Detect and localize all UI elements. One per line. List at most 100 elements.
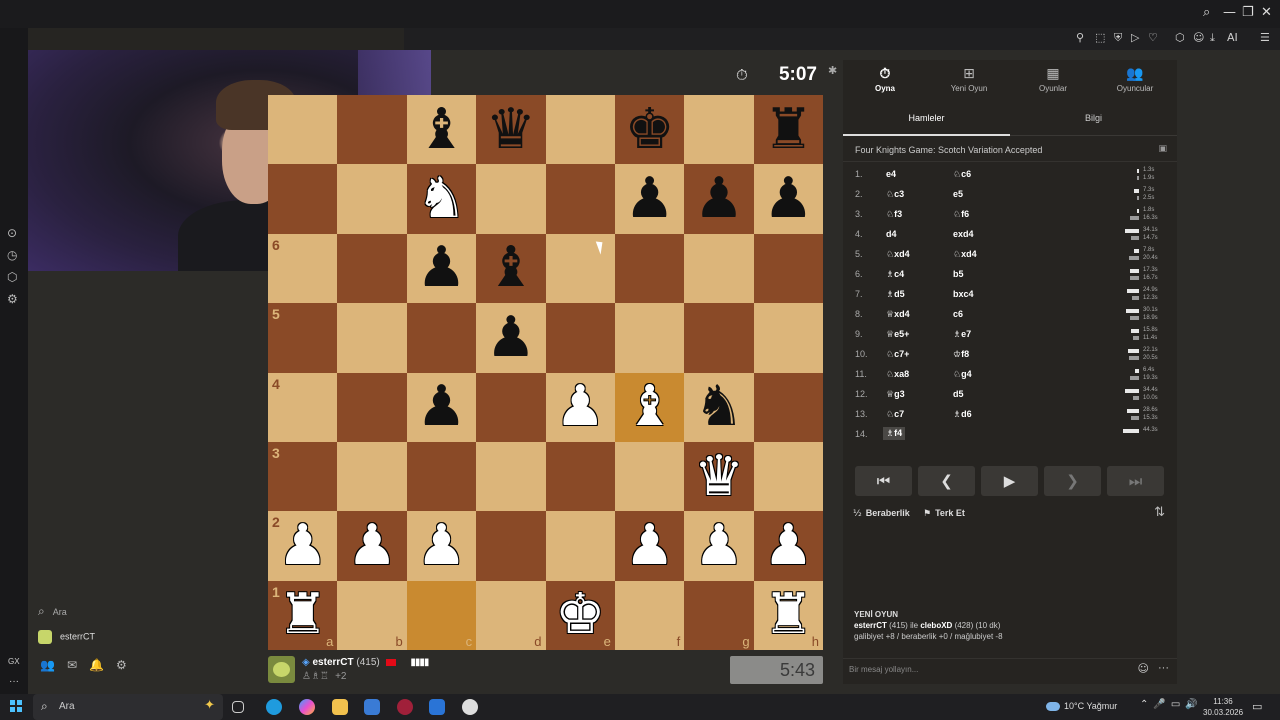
square-f7[interactable]: ♟ bbox=[614, 164, 685, 234]
black-pawn-icon[interactable]: ♟ bbox=[694, 171, 744, 227]
square-b2[interactable]: ♟ bbox=[337, 511, 407, 581]
first-move-button[interactable]: ⏮ bbox=[855, 466, 912, 496]
task-view-icon[interactable] bbox=[232, 701, 244, 713]
square-c2[interactable]: ♟ bbox=[406, 511, 477, 581]
square-g8[interactable] bbox=[684, 95, 754, 165]
settings-icon[interactable]: ⚙ bbox=[7, 292, 18, 306]
square-g1[interactable]: g bbox=[684, 580, 754, 650]
black-king-icon[interactable]: ♚ bbox=[624, 101, 674, 158]
square-a8[interactable] bbox=[268, 95, 338, 165]
white-move[interactable]: ♘c7 bbox=[886, 409, 904, 420]
square-c5[interactable] bbox=[406, 303, 477, 373]
close-button[interactable]: ✕ bbox=[1261, 5, 1272, 20]
draw-button[interactable]: ½ Beraberlik bbox=[853, 508, 910, 519]
square-b5[interactable] bbox=[337, 303, 407, 373]
tab-info[interactable]: Bilgi bbox=[1010, 113, 1177, 123]
ai-icon[interactable]: AI bbox=[1227, 31, 1238, 44]
emoji-icon[interactable]: ☺ bbox=[1138, 662, 1149, 675]
play-circle-icon[interactable]: ⊙ bbox=[7, 226, 17, 240]
white-rook-icon[interactable]: ♜ bbox=[278, 587, 328, 643]
white-pawn-icon[interactable]: ♟ bbox=[278, 517, 328, 574]
white-pawn-icon[interactable]: ♟ bbox=[416, 517, 466, 574]
flip-board-icon[interactable]: ⇅ bbox=[1154, 505, 1165, 520]
square-h3[interactable] bbox=[753, 441, 823, 512]
last-move-button[interactable]: ⏭ bbox=[1107, 466, 1164, 496]
square-b8[interactable] bbox=[337, 95, 407, 165]
pin-icon[interactable]: ⚲ bbox=[1076, 31, 1084, 44]
mail-icon[interactable]: ✉ bbox=[67, 658, 89, 672]
black-move[interactable]: ♘c6 bbox=[953, 169, 971, 180]
square-b7[interactable] bbox=[337, 164, 407, 234]
square-b4[interactable] bbox=[337, 372, 407, 442]
white-move[interactable]: ♗d5 bbox=[886, 289, 905, 300]
square-f4[interactable]: ♝ bbox=[614, 372, 685, 442]
white-move[interactable]: ♘c3 bbox=[886, 189, 904, 200]
white-pawn-icon[interactable]: ♟ bbox=[763, 517, 813, 574]
menu-icon[interactable]: ☰ bbox=[1260, 31, 1270, 44]
square-h8[interactable]: ♜ bbox=[753, 95, 823, 165]
square-e6[interactable] bbox=[545, 233, 615, 304]
play-icon[interactable]: ▷ bbox=[1131, 31, 1139, 44]
square-g2[interactable]: ♟ bbox=[684, 511, 754, 581]
black-pawn-icon[interactable]: ♟ bbox=[486, 309, 536, 366]
square-b3[interactable] bbox=[337, 441, 407, 512]
black-move[interactable]: d5 bbox=[953, 389, 964, 399]
search-icon[interactable]: ⌕ bbox=[1203, 5, 1210, 20]
weather-widget[interactable]: 10°C Yağmur bbox=[1046, 701, 1117, 712]
download-icon[interactable]: ⤓ bbox=[1210, 31, 1215, 45]
square-e2[interactable] bbox=[545, 511, 615, 581]
tab-players[interactable]: 👥 Oyuncular bbox=[1093, 66, 1177, 93]
snapshot-icon[interactable]: ⬚ bbox=[1095, 31, 1105, 44]
square-h1[interactable]: ♜ h bbox=[753, 580, 823, 650]
square-a7[interactable] bbox=[268, 164, 338, 234]
white-knight-icon[interactable]: ♞ bbox=[416, 171, 466, 227]
white-move[interactable]: ♕xd4 bbox=[886, 309, 910, 320]
chevron-up-icon[interactable]: ⌃ bbox=[1140, 699, 1153, 710]
profile-icon[interactable]: ☺ bbox=[1193, 31, 1204, 44]
white-move[interactable]: d4 bbox=[886, 229, 897, 239]
black-queen-icon[interactable]: ♛ bbox=[486, 101, 536, 158]
square-f2[interactable]: ♟ bbox=[614, 511, 685, 581]
tab-play[interactable]: ⏱ Oyna bbox=[843, 66, 927, 93]
tab-games[interactable]: ▦ Oyunlar bbox=[1011, 66, 1095, 93]
square-e3[interactable] bbox=[545, 441, 615, 512]
white-king-icon[interactable]: ♚ bbox=[555, 587, 605, 643]
black-pawn-icon[interactable]: ♟ bbox=[763, 171, 813, 227]
mic-icon[interactable]: 🎤 bbox=[1153, 699, 1170, 710]
more-icon[interactable]: ··· bbox=[1158, 662, 1169, 674]
volume-icon[interactable]: 🔊 bbox=[1185, 699, 1202, 710]
white-move[interactable]: e4 bbox=[886, 169, 896, 179]
square-d3[interactable] bbox=[476, 441, 546, 512]
board-settings-icon[interactable]: ✱ bbox=[828, 64, 837, 77]
black-move[interactable]: exd4 bbox=[953, 229, 974, 239]
edge-icon[interactable] bbox=[266, 699, 282, 715]
white-move[interactable]: ♕g3 bbox=[886, 389, 905, 400]
prev-move-button[interactable]: ❮ bbox=[918, 466, 975, 496]
square-d7[interactable] bbox=[476, 164, 546, 234]
black-move[interactable]: ♗e7 bbox=[953, 329, 971, 340]
black-move[interactable]: ♘g4 bbox=[953, 369, 972, 380]
white-pawn-icon[interactable]: ♟ bbox=[624, 517, 674, 574]
taskbar-search[interactable]: ⌕ Ara ✦ bbox=[33, 694, 223, 720]
square-g6[interactable] bbox=[684, 233, 754, 304]
history-icon[interactable]: ◷ bbox=[7, 248, 17, 262]
black-move[interactable]: ♗d6 bbox=[953, 409, 972, 420]
square-c1[interactable]: c bbox=[406, 580, 477, 650]
square-d8[interactable]: ♛ bbox=[476, 95, 546, 165]
square-d6[interactable]: ♝ bbox=[476, 233, 546, 304]
square-g3[interactable]: ♛ bbox=[684, 441, 754, 512]
square-h2[interactable]: ♟ bbox=[753, 511, 823, 581]
square-c4[interactable]: ♟ bbox=[406, 372, 477, 442]
square-h6[interactable] bbox=[753, 233, 823, 304]
square-a6[interactable]: 6 bbox=[268, 233, 338, 304]
black-bishop-icon[interactable]: ♝ bbox=[486, 240, 536, 296]
square-e8[interactable] bbox=[545, 95, 615, 165]
tab-moves[interactable]: Hamleler bbox=[843, 113, 1010, 136]
square-g4[interactable]: ♞ bbox=[684, 372, 754, 442]
square-g5[interactable] bbox=[684, 303, 754, 373]
square-c8[interactable]: ♝ bbox=[406, 95, 477, 165]
friends-icon[interactable]: 👥 bbox=[40, 658, 67, 672]
square-d2[interactable] bbox=[476, 511, 546, 581]
white-pawn-icon[interactable]: ♟ bbox=[555, 379, 605, 435]
square-a5[interactable]: 5 bbox=[268, 303, 338, 373]
